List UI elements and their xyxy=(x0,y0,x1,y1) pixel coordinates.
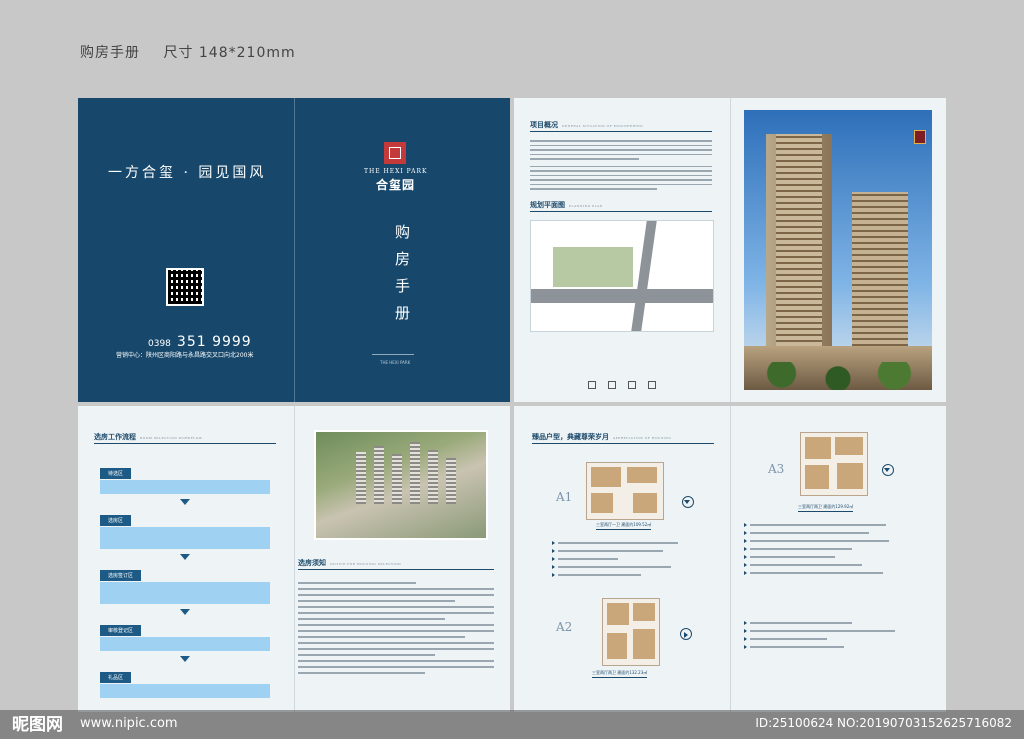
step-label: 选房区 xyxy=(100,515,132,526)
fold-line xyxy=(294,406,295,712)
unit-a3-caption: 三室两厅两卫 建面约129.92㎡ xyxy=(798,504,854,512)
heading-rule xyxy=(530,131,712,132)
units-spread: 臻品户型，典藏尊荣岁月 APPRECIATION OF HOUSING A1 三室… xyxy=(514,406,946,712)
workflow-title: 选房工作流程 xyxy=(94,432,136,441)
notice-en: NOTICE FOR HOUSING SELECTION xyxy=(330,562,402,566)
cover-address: 营销中心：陕州区商阳路与永昌路交叉口向北200米 xyxy=(116,352,254,359)
notice-heading: 选房须知 NOTICE FOR HOUSING SELECTION xyxy=(298,558,401,568)
fold-line xyxy=(730,98,731,402)
workflow-steps: 待选区 选房区 选房签订区 审核登记区 礼品区 xyxy=(100,460,270,703)
unit-a1-features xyxy=(552,541,708,582)
units-en: APPRECIATION OF HOUSING xyxy=(613,436,672,440)
overview-spread: 项目概况 GENERAL SITUATION OF ENGINEERING 规划平… xyxy=(514,98,946,402)
cover-slogan: 一方合玺 · 园见国风 xyxy=(108,165,267,181)
step-label: 审核登记区 xyxy=(100,625,142,636)
overview-body xyxy=(530,140,712,193)
workflow-step: 选房签订区 xyxy=(100,562,270,604)
fold-line xyxy=(294,98,295,402)
units-title: 臻品户型，典藏尊荣岁月 xyxy=(532,432,609,441)
heading-rule xyxy=(298,569,494,570)
site-plan-image xyxy=(530,220,714,332)
logo-seal-icon xyxy=(384,142,406,164)
unit-a3-floorplan xyxy=(800,432,868,496)
arrow-down-icon xyxy=(180,656,190,662)
unit-a3-arrow-icon[interactable] xyxy=(882,464,894,476)
phone-prefix: 0398 xyxy=(148,339,171,349)
workflow-en: ROOM SELECTION WORKFLOW xyxy=(140,436,203,440)
fold-line xyxy=(730,406,731,712)
qr-code xyxy=(166,268,204,306)
plan-en: PLANNING PLAN xyxy=(569,204,603,208)
cover-english: THE HEXI PARK xyxy=(380,360,411,365)
unit-a1-caption: 三室两厅一卫 建面约109.52㎡ xyxy=(596,522,652,530)
caption-title: 购房手册 xyxy=(80,45,140,61)
feature-icons xyxy=(588,374,668,393)
overview-heading: 项目概况 GENERAL SITUATION OF ENGINEERING xyxy=(530,120,643,130)
unit-a2-name: A2 xyxy=(556,620,573,634)
unit-a3-features xyxy=(744,523,920,580)
step-label: 待选区 xyxy=(100,468,132,479)
heading-rule xyxy=(532,443,714,444)
units-heading: 臻品户型，典藏尊荣岁月 APPRECIATION OF HOUSING xyxy=(532,432,671,442)
step-label: 选房签订区 xyxy=(100,570,142,581)
workflow-spread: 选房工作流程 ROOM SELECTION WORKFLOW 待选区 选房区 选房… xyxy=(78,406,510,712)
caption-size: 尺寸 148*210mm xyxy=(163,45,296,61)
overview-en: GENERAL SITUATION OF ENGINEERING xyxy=(562,124,644,128)
unit-a2-features xyxy=(744,621,920,654)
workflow-step: 待选区 xyxy=(100,460,270,494)
workflow-step: 选房区 xyxy=(100,507,270,549)
overview-title: 项目概况 xyxy=(530,120,558,129)
unit-a2-caption: 三室两厅两卫 建面约132.23㎡ xyxy=(592,670,648,678)
unit-a1-name: A1 xyxy=(556,490,573,504)
watermark-logo: 昵图网 xyxy=(12,715,63,735)
workflow-step: 审核登记区 xyxy=(100,617,270,651)
notice-title: 选房须知 xyxy=(298,558,326,567)
arrow-down-icon xyxy=(180,499,190,505)
plan-heading: 规划平面图 PLANNING PLAN xyxy=(530,200,603,210)
logo-english: THE HEXI PARK xyxy=(364,168,428,175)
phone-number: 351 9999 xyxy=(176,334,252,350)
workflow-step: 礼品区 xyxy=(100,664,270,698)
arrow-down-icon xyxy=(180,609,190,615)
heading-rule xyxy=(530,211,712,212)
watermark-id: ID:25100624 NO:20190703152625716082 xyxy=(755,716,1012,730)
workflow-heading: 选房工作流程 ROOM SELECTION WORKFLOW xyxy=(94,432,202,442)
unit-a2-arrow-icon[interactable] xyxy=(680,628,692,640)
unit-a2-floorplan xyxy=(602,598,660,666)
page-caption: 购房手册 尺寸 148*210mm xyxy=(80,42,314,62)
heading-rule xyxy=(94,443,276,444)
cover-title: 购房手册 xyxy=(393,224,411,332)
notice-body xyxy=(298,582,494,678)
unit-a1-arrow-icon[interactable] xyxy=(682,496,694,508)
step-label: 礼品区 xyxy=(100,672,132,683)
plan-title: 规划平面图 xyxy=(530,200,565,209)
logo-chinese: 合玺园 xyxy=(376,178,416,192)
aerial-render-image xyxy=(314,430,488,540)
divider xyxy=(372,354,414,355)
cover-phone: 0398 351 9999 xyxy=(148,334,252,350)
unit-a1-floorplan xyxy=(586,462,664,520)
cover-spread: 一方合玺 · 园见国风 0398 351 9999 营销中心：陕州区商阳路与永昌路… xyxy=(78,98,510,402)
unit-a3-name: A3 xyxy=(768,462,785,476)
building-photo xyxy=(744,110,932,390)
arrow-down-icon xyxy=(180,554,190,560)
seal-icon xyxy=(914,130,926,144)
watermark-url: www.nipic.com xyxy=(80,716,178,731)
